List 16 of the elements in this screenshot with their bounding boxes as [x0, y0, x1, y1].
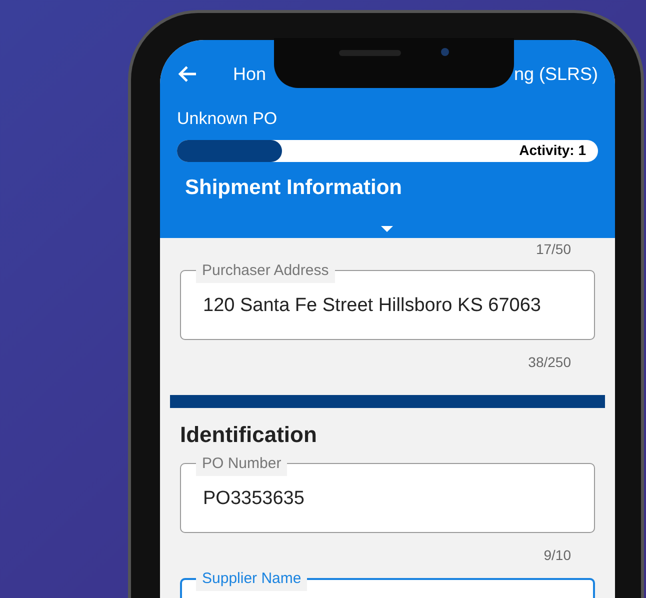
expand-caret-icon — [381, 226, 393, 232]
field-value: PO3353635 — [203, 486, 304, 511]
section-heading: Identification — [180, 421, 318, 449]
back-button[interactable] — [177, 65, 197, 83]
screen-title: ng (SLRS) — [514, 62, 598, 86]
section-title: Shipment Information — [185, 174, 403, 200]
character-counter: 9/10 — [542, 546, 572, 565]
character-counter: 38/250 — [527, 353, 572, 372]
speaker-grille — [339, 50, 401, 56]
field-value: 120 Santa Fe Street Hillsboro KS 67063 — [203, 294, 541, 318]
activity-count: Activity: 1 — [519, 141, 586, 160]
camera-lens — [441, 48, 449, 56]
po-label: Unknown PO — [177, 108, 278, 130]
back-arrow-icon — [177, 65, 197, 83]
screen-title: Hon — [233, 62, 266, 86]
character-counter: 17/50 — [534, 240, 572, 258]
